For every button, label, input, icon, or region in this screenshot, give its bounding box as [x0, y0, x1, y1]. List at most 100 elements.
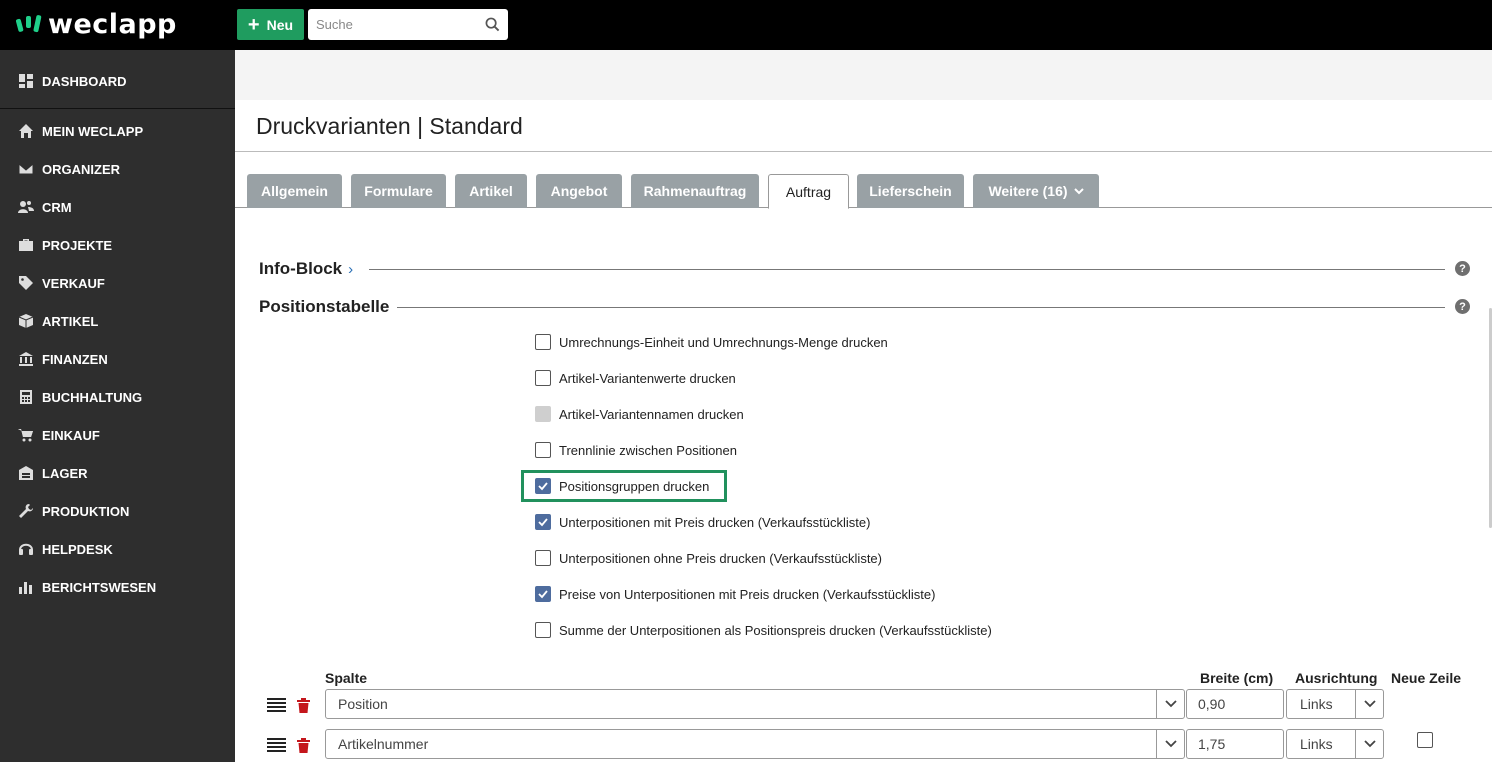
trash-icon[interactable]	[297, 738, 310, 753]
option-artikel-variantenwerte[interactable]: Artikel-Variantenwerte drucken	[535, 368, 736, 388]
new-button-label: Neu	[266, 16, 294, 33]
chevron-down-icon	[1355, 730, 1383, 758]
search-icon[interactable]	[485, 17, 500, 32]
main-content: Druckvarianten | Standard Allgemein Form…	[235, 50, 1492, 762]
sidebar-item-lager[interactable]: LAGER	[0, 454, 235, 492]
checkbox-checked[interactable]	[535, 514, 551, 530]
search-box	[308, 9, 508, 40]
new-line-checkbox[interactable]	[1417, 732, 1433, 748]
sidebar-item-verkauf[interactable]: VERKAUF	[0, 264, 235, 302]
calculator-icon	[20, 390, 32, 404]
title-divider	[235, 151, 1492, 152]
checkbox-checked[interactable]	[535, 478, 551, 494]
option-artikel-variantennamen: Artikel-Variantennamen drucken	[535, 404, 744, 424]
tab-lieferschein[interactable]: Lieferschein	[857, 174, 964, 208]
warehouse-icon	[19, 466, 33, 480]
briefcase-icon	[19, 239, 33, 251]
sidebar-item-crm[interactable]: CRM	[0, 188, 235, 226]
drag-handle-icon[interactable]	[267, 738, 286, 752]
option-positionsgruppen[interactable]: Positionsgruppen drucken	[535, 476, 709, 496]
width-input[interactable]: 0,90	[1186, 689, 1284, 719]
column-select-value: Position	[338, 696, 388, 712]
checkbox[interactable]	[535, 370, 551, 386]
column-select-value: Artikelnummer	[338, 736, 429, 752]
sidebar-item-label: DASHBOARD	[42, 73, 127, 89]
tab-rahmenauftrag[interactable]: Rahmenauftrag	[631, 174, 759, 208]
new-button[interactable]: + Neu	[237, 9, 304, 40]
alignment-select[interactable]: Links	[1286, 729, 1384, 759]
help-icon[interactable]: ?	[1455, 299, 1470, 314]
sidebar-item-label: EINKAUF	[42, 427, 100, 443]
sidebar-item-produktion[interactable]: PRODUKTION	[0, 492, 235, 530]
sidebar-item-dashboard[interactable]: DASHBOARD	[0, 62, 235, 100]
checkbox[interactable]	[535, 442, 551, 458]
sidebar-item-label: MEIN WECLAPP	[42, 123, 144, 139]
option-label: Positionsgruppen drucken	[559, 478, 710, 494]
column-select[interactable]: Artikelnummer	[325, 729, 1185, 759]
sidebar-item-buchhaltung[interactable]: BUCHHALTUNG	[0, 378, 235, 416]
weclapp-logo-icon	[16, 14, 42, 32]
sidebar-item-organizer[interactable]: ORGANIZER	[0, 150, 235, 188]
checkbox[interactable]	[535, 622, 551, 638]
option-label: Unterpositionen ohne Preis drucken (Verk…	[559, 550, 882, 566]
option-unterpositionen-mit-preis[interactable]: Unterpositionen mit Preis drucken (Verka…	[535, 512, 870, 532]
column-header-breite: Breite (cm)	[1200, 670, 1274, 686]
checkbox[interactable]	[535, 334, 551, 350]
column-header-neue-zeile: Neue Zeile	[1391, 670, 1462, 686]
weclapp-logo[interactable]: weclapp	[16, 9, 177, 40]
option-preise-unterpositionen[interactable]: Preise von Unterpositionen mit Preis dru…	[535, 584, 935, 604]
users-icon	[18, 201, 34, 213]
tab-allgemein[interactable]: Allgemein	[247, 174, 342, 208]
option-label: Preise von Unterpositionen mit Preis dru…	[559, 586, 936, 602]
tab-weitere[interactable]: Weitere (16)	[973, 174, 1099, 208]
top-bar: weclapp + Neu	[0, 0, 1492, 50]
trash-icon[interactable]	[297, 698, 310, 713]
plus-icon: +	[247, 13, 260, 36]
alignment-select[interactable]: Links	[1286, 689, 1384, 719]
bar-chart-icon	[19, 582, 32, 594]
width-input[interactable]: 1,75	[1186, 729, 1284, 759]
option-trennlinie[interactable]: Trennlinie zwischen Positionen	[535, 440, 737, 460]
cart-icon	[18, 429, 33, 442]
option-umrechnungs-einheit[interactable]: Umrechnungs-Einheit und Umrechnungs-Meng…	[535, 332, 888, 352]
sidebar-item-projekte[interactable]: PROJEKTE	[0, 226, 235, 264]
chevron-right-icon: ›	[348, 260, 354, 278]
section-divider	[369, 269, 1445, 270]
wrench-icon	[19, 504, 33, 518]
chevron-down-icon	[1156, 730, 1184, 758]
tab-angebot[interactable]: Angebot	[536, 174, 622, 208]
checkbox-checked[interactable]	[535, 586, 551, 602]
sidebar-item-label: LAGER	[42, 465, 88, 481]
tab-artikel[interactable]: Artikel	[455, 174, 527, 208]
option-summe-unterpositionen[interactable]: Summe der Unterpositionen als Positionsp…	[535, 620, 992, 640]
sidebar-item-helpdesk[interactable]: HELPDESK	[0, 530, 235, 568]
home-icon	[19, 124, 33, 138]
sidebar-item-einkauf[interactable]: EINKAUF	[0, 416, 235, 454]
check-icon	[538, 482, 548, 491]
chevron-down-icon	[1073, 187, 1084, 194]
section-title: Positionstabelle	[259, 297, 390, 316]
section-info-block[interactable]: Info-Block ›	[259, 259, 353, 279]
sidebar-item-label: BUCHHALTUNG	[42, 389, 143, 405]
column-header-ausrichtung: Ausrichtung	[1295, 670, 1378, 686]
tab-formulare[interactable]: Formulare	[351, 174, 446, 208]
tab-auftrag[interactable]: Auftrag	[768, 174, 849, 209]
search-input[interactable]	[308, 9, 508, 40]
sidebar-item-mein-weclapp[interactable]: MEIN WECLAPP	[0, 112, 235, 150]
headset-icon	[19, 543, 33, 555]
help-icon[interactable]: ?	[1455, 261, 1470, 276]
page-title: Druckvarianten | Standard	[256, 113, 523, 139]
checkbox-disabled	[535, 406, 551, 422]
sidebar-item-berichtswesen[interactable]: BERICHTSWESEN	[0, 568, 235, 606]
sidebar-item-label: FINANZEN	[42, 351, 108, 367]
drag-handle-icon[interactable]	[267, 698, 286, 712]
option-unterpositionen-ohne-preis[interactable]: Unterpositionen ohne Preis drucken (Verk…	[535, 548, 882, 568]
checkbox[interactable]	[535, 550, 551, 566]
box-icon	[18, 314, 34, 328]
sidebar-item-finanzen[interactable]: FINANZEN	[0, 340, 235, 378]
check-icon	[538, 518, 548, 527]
tab-weitere-label: Weitere (16)	[988, 183, 1068, 199]
sidebar-item-label: BERICHTSWESEN	[42, 579, 157, 595]
sidebar-item-artikel[interactable]: ARTIKEL	[0, 302, 235, 340]
column-select[interactable]: Position	[325, 689, 1185, 719]
